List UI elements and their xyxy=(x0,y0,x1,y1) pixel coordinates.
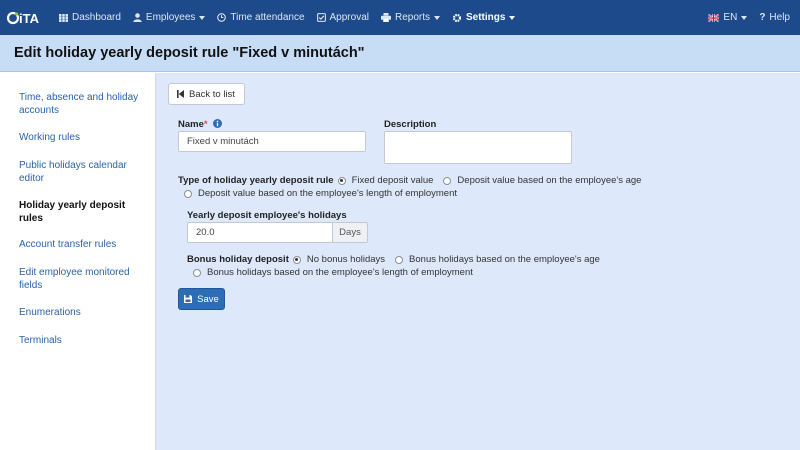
yearly-deposit-input[interactable] xyxy=(187,222,333,243)
back-to-list-label: Back to list xyxy=(189,88,235,100)
question-icon: ? xyxy=(759,12,766,23)
nav-dashboard-label: Dashboard xyxy=(72,12,121,23)
nav-settings-label: Settings xyxy=(466,12,506,23)
nav-settings[interactable]: Settings xyxy=(446,0,521,35)
bonus-label: Bonus holiday deposit xyxy=(187,254,289,265)
radio-bonus-employment[interactable] xyxy=(193,268,201,277)
radio-deposit-age-label[interactable]: Deposit value based on the employee's ag… xyxy=(457,175,641,186)
radio-bonus-employment-label[interactable]: Bonus holidays based on the employee's l… xyxy=(207,267,473,278)
radio-deposit-employment[interactable] xyxy=(184,189,192,198)
main-content: Back to list Name* Description Type of h… xyxy=(156,73,800,450)
nav-help-label: Help xyxy=(769,12,790,23)
radio-deposit-age[interactable] xyxy=(443,176,452,185)
settings-sidebar: Time, absence and holiday accounts Worki… xyxy=(0,73,156,450)
sidebar-item-time-absence-holiday-accounts[interactable]: Time, absence and holiday accounts xyxy=(19,92,144,117)
language-selector[interactable]: EN xyxy=(702,0,753,35)
nav-approval-label: Approval xyxy=(329,12,369,23)
save-label: Save xyxy=(197,293,219,305)
rule-type-label: Type of holiday yearly deposit rule xyxy=(178,175,334,186)
svg-text:iTA: iTA xyxy=(19,11,40,25)
page-header: Edit holiday yearly deposit rule "Fixed … xyxy=(0,35,800,72)
language-label: EN xyxy=(723,12,738,23)
uk-flag-icon xyxy=(707,12,720,23)
cita-logo[interactable]: iTA xyxy=(7,11,47,25)
radio-fixed-deposit[interactable] xyxy=(337,176,346,185)
yearly-deposit-unit: Days xyxy=(333,222,368,243)
top-navbar: iTA Dashboard Employees Time attendance … xyxy=(0,0,800,35)
printer-icon xyxy=(380,13,391,22)
page-title: Edit holiday yearly deposit rule "Fixed … xyxy=(14,45,365,61)
radio-fixed-deposit-label[interactable]: Fixed deposit value xyxy=(352,175,434,186)
sidebar-item-working-rules[interactable]: Working rules xyxy=(19,132,144,145)
nav-dashboard[interactable]: Dashboard xyxy=(53,0,127,35)
sidebar-item-holiday-yearly-deposit-rules[interactable]: Holiday yearly deposit rules xyxy=(19,200,144,225)
name-label-row: Name* xyxy=(178,119,223,131)
floppy-icon xyxy=(184,295,193,303)
rule-type-row: Type of holiday yearly deposit rule Fixe… xyxy=(178,175,651,186)
description-input[interactable] xyxy=(384,131,572,164)
nav-employees[interactable]: Employees xyxy=(127,0,211,35)
name-label: Name xyxy=(178,119,204,130)
gear-icon xyxy=(452,13,462,23)
check-square-icon xyxy=(316,13,326,22)
nav-time-attendance[interactable]: Time attendance xyxy=(211,0,310,35)
yearly-deposit-label: Yearly deposit employee's holidays xyxy=(187,210,347,221)
info-circle-icon[interactable] xyxy=(213,119,223,131)
chevron-down-icon xyxy=(199,15,206,20)
nav-help[interactable]: ? Help xyxy=(753,0,796,35)
radio-deposit-employment-label[interactable]: Deposit value based on the employee's le… xyxy=(198,188,457,199)
name-input[interactable] xyxy=(178,131,366,152)
sidebar-item-terminals[interactable]: Terminals xyxy=(19,335,144,348)
chevron-down-icon xyxy=(434,15,440,20)
radio-no-bonus-label[interactable]: No bonus holidays xyxy=(307,254,385,265)
nav-approval[interactable]: Approval xyxy=(311,0,375,35)
description-label: Description xyxy=(384,119,437,130)
nav-employees-label: Employees xyxy=(145,12,196,23)
radio-bonus-age[interactable] xyxy=(395,255,404,264)
chevron-down-icon xyxy=(509,15,516,20)
step-backward-icon xyxy=(177,90,184,98)
chevron-down-icon xyxy=(741,15,748,20)
required-mark: * xyxy=(203,119,208,130)
bonus-row: Bonus holiday deposit No bonus holidays … xyxy=(187,254,610,265)
user-icon xyxy=(133,13,142,22)
rule-type-row-2: Deposit value based on the employee's le… xyxy=(184,188,467,199)
radio-no-bonus[interactable] xyxy=(292,255,301,264)
radio-bonus-age-label[interactable]: Bonus holidays based on the employee's a… xyxy=(409,254,600,265)
grid-icon xyxy=(59,13,68,22)
save-button[interactable]: Save xyxy=(178,288,225,310)
nav-time-attendance-label: Time attendance xyxy=(230,12,305,23)
sidebar-item-enumerations[interactable]: Enumerations xyxy=(19,307,144,320)
nav-reports-label: Reports xyxy=(394,12,430,23)
sidebar-item-account-transfer-rules[interactable]: Account transfer rules xyxy=(19,239,144,252)
sidebar-item-edit-employee-monitored-fields[interactable]: Edit employee monitored fields xyxy=(19,267,144,292)
bonus-row-2: Bonus holidays based on the employee's l… xyxy=(193,267,483,278)
clock-icon xyxy=(217,13,227,22)
back-to-list-button[interactable]: Back to list xyxy=(168,83,245,105)
nav-reports[interactable]: Reports xyxy=(375,0,446,35)
sidebar-item-public-holidays-calendar-editor[interactable]: Public holidays calendar editor xyxy=(19,160,144,185)
